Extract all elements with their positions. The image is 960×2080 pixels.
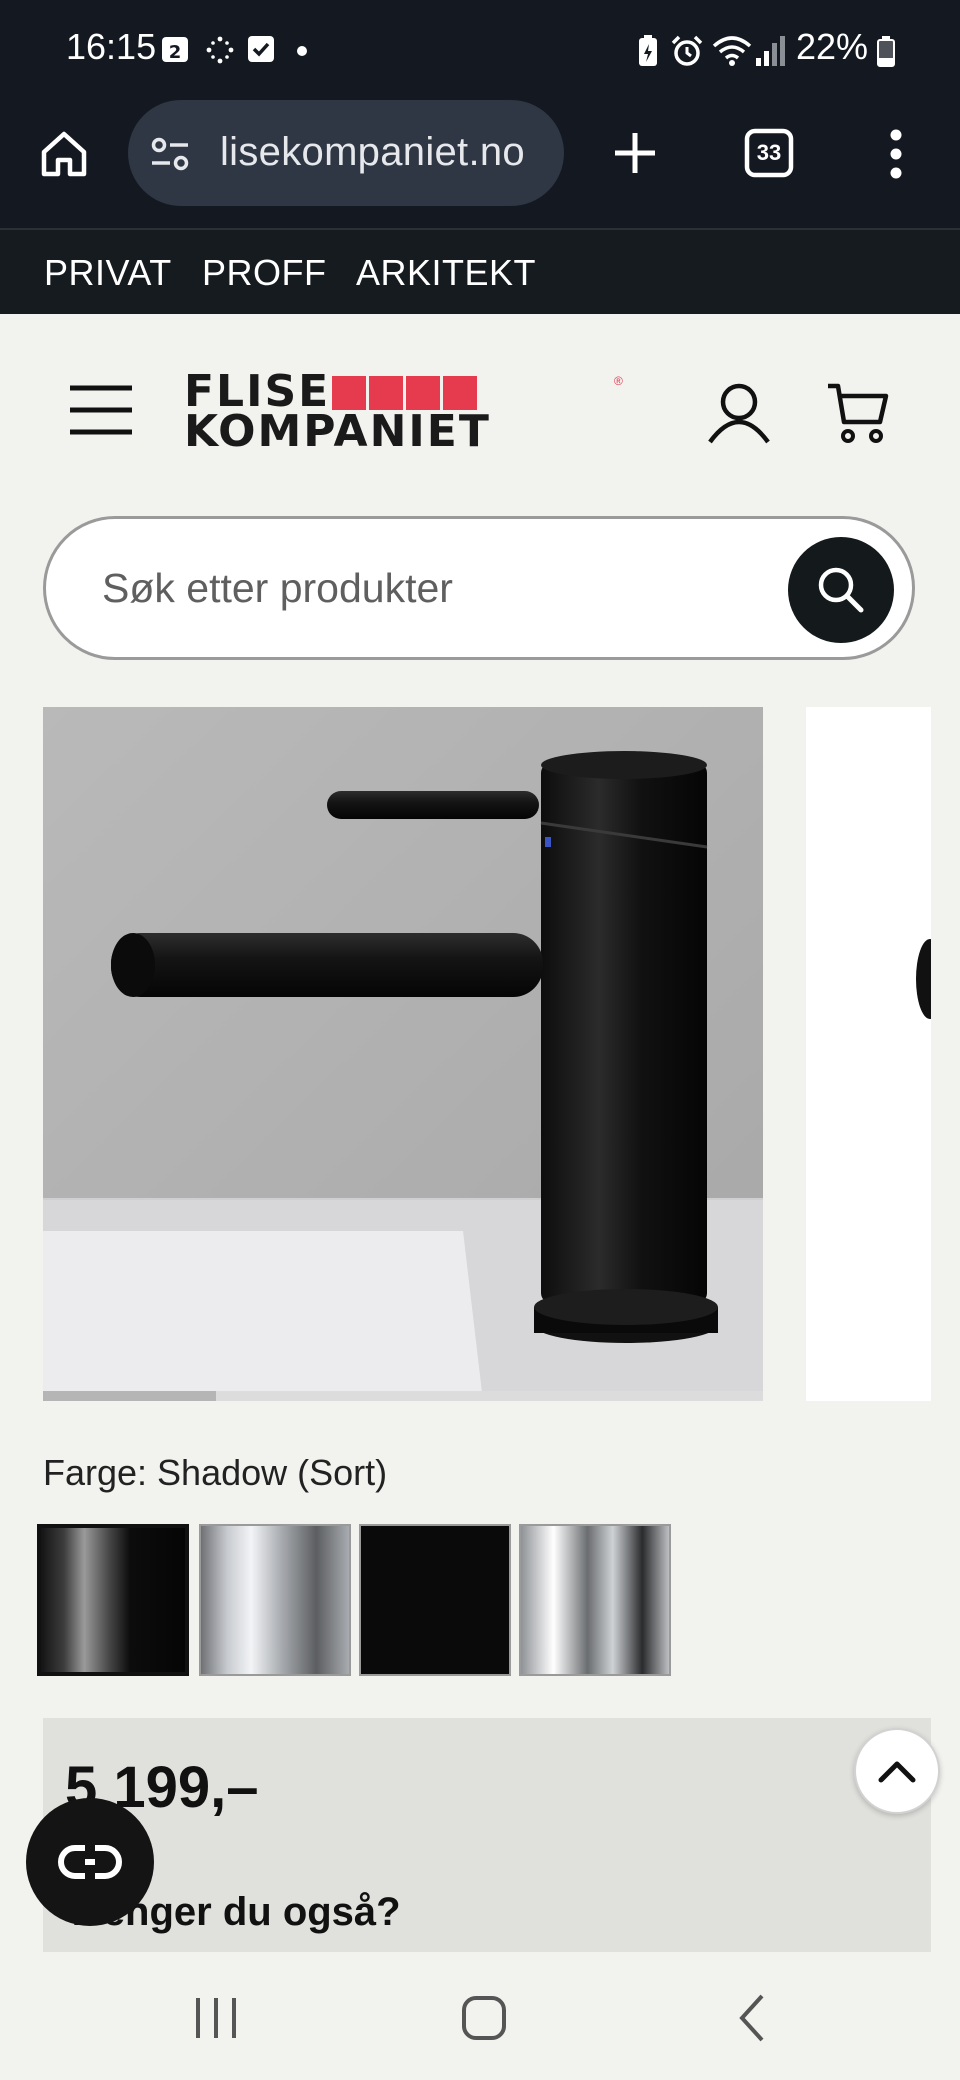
recent-apps-button[interactable]	[186, 1988, 246, 2048]
back-icon	[739, 1994, 764, 2042]
color-label: Farge: Shadow (Sort)	[43, 1452, 388, 1493]
site-settings-icon	[151, 137, 189, 171]
new-tab-button[interactable]	[612, 130, 658, 179]
more-notifications-dot-icon	[296, 44, 308, 74]
tab-switcher-button[interactable]: 33	[744, 128, 794, 181]
swatch-polished-chrome[interactable]	[519, 1524, 671, 1676]
calendar-badge-number: 2	[169, 42, 182, 63]
address-bar[interactable]: lisekompaniet.no	[128, 100, 564, 206]
battery-saver-icon	[636, 34, 660, 66]
status-time: 16:15	[66, 26, 157, 67]
segment-nav: PRIVAT PROFF ARKITEKT	[0, 228, 960, 314]
alarm-icon	[670, 34, 704, 66]
wifi-icon	[712, 34, 752, 66]
price-card: 5 199,– Trenger du også?	[43, 1718, 931, 1952]
chevron-up-icon	[878, 1761, 916, 1783]
swatch-shadow-black[interactable]	[37, 1524, 189, 1676]
segment-arkitekt-link[interactable]: ARKITEKT	[356, 252, 536, 294]
segment-proff-link[interactable]: PROFF	[202, 252, 327, 294]
status-bar: 16:15 2 22%	[0, 0, 960, 100]
battery-percent: 22%	[796, 26, 869, 67]
cart-button[interactable]	[826, 382, 890, 447]
system-nav-bar	[0, 1952, 960, 2080]
logo-line2: KOMPANIET	[184, 406, 491, 457]
chat-button[interactable]	[26, 1798, 154, 1926]
product-gallery[interactable]	[43, 707, 931, 1401]
recent-apps-icon	[196, 1998, 236, 2038]
scroll-to-top-button[interactable]	[854, 1728, 940, 1814]
product-image[interactable]	[43, 707, 763, 1401]
account-button[interactable]	[706, 382, 772, 447]
site-header: FLISE KOMPANIET ®	[0, 312, 960, 502]
url-text: lisekompaniet.no	[220, 130, 525, 174]
browser-menu-button[interactable]	[884, 128, 908, 183]
browser-home-button[interactable]	[38, 128, 90, 183]
checkbox-notification-icon	[246, 34, 276, 64]
swatch-black[interactable]	[359, 1524, 511, 1676]
menu-button[interactable]	[68, 384, 134, 439]
gallery-progress-track	[43, 1391, 763, 1401]
search-button[interactable]	[788, 537, 894, 643]
tab-count: 33	[756, 140, 782, 165]
plus-icon	[615, 133, 655, 173]
cart-icon	[828, 383, 889, 443]
chat-icon	[58, 1845, 122, 1879]
browser-toolbar: lisekompaniet.no 33	[0, 100, 960, 228]
brand-logo[interactable]: FLISE KOMPANIET ®	[184, 370, 623, 457]
user-icon	[708, 383, 770, 444]
search-input[interactable]	[100, 555, 744, 621]
system-back-button[interactable]	[724, 1988, 784, 2048]
segment-privat-link[interactable]: PRIVAT	[44, 252, 172, 294]
swatch-chrome[interactable]	[199, 1524, 351, 1676]
hamburger-icon	[70, 385, 132, 435]
more-vertical-icon	[890, 129, 902, 179]
signal-icon	[754, 34, 786, 66]
home-icon	[41, 131, 87, 177]
battery-icon	[876, 34, 896, 67]
system-home-button[interactable]	[454, 1988, 514, 2048]
home-circle-icon	[462, 1996, 506, 2040]
sparkle-notification-icon	[204, 34, 236, 64]
search-bar	[43, 516, 915, 660]
search-icon	[818, 567, 864, 613]
next-product-image[interactable]	[806, 707, 931, 1401]
calendar-notification-icon: 2	[160, 34, 190, 64]
gallery-progress-fill	[43, 1391, 216, 1401]
